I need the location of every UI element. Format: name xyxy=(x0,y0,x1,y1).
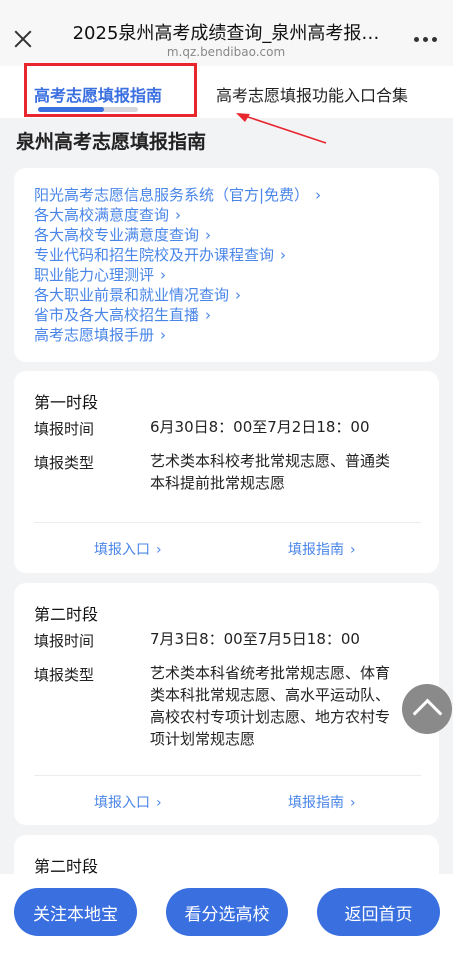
entry-link[interactable]: 填报入口 › xyxy=(94,539,162,559)
bottom-action-bar: 关注本地宝 看分选高校 返回首页 xyxy=(0,874,453,956)
chevron-right-icon: › xyxy=(350,542,356,558)
scroll-to-top-icon[interactable] xyxy=(402,684,452,734)
chevron-right-icon: › xyxy=(156,542,162,558)
chevron-right-icon: › xyxy=(160,266,167,284)
annotation-arrow-icon xyxy=(236,113,327,144)
chevron-right-icon: › xyxy=(160,326,167,344)
link-major-code-query[interactable]: 专业代码和招生院校及开办课程查询 › xyxy=(34,245,439,265)
link-major-satisfaction[interactable]: 各大高校专业满意度查询 › xyxy=(34,225,439,245)
link-application-handbook[interactable]: 高考志愿填报手册 › xyxy=(34,325,439,345)
guide-link[interactable]: 填报指南 › xyxy=(288,792,356,812)
time-label: 填报时间 xyxy=(34,632,95,650)
link-career-prospects[interactable]: 各大职业前景和就业情况查询 › xyxy=(34,285,439,305)
follow-local-button[interactable]: 关注本地宝 xyxy=(14,888,137,936)
tab-entry-collection[interactable]: 高考志愿填报功能入口合集 xyxy=(216,82,408,106)
link-career-assessment[interactable]: 职业能力心理测评 › xyxy=(34,265,439,285)
page-url: m.qz.bendibao.com xyxy=(166,45,286,59)
annotation-highlight-box xyxy=(24,63,197,117)
chevron-right-icon: › xyxy=(280,246,287,264)
browser-header: 2025泉州高考成绩查询_泉州高考报… m.qz.bendibao.com xyxy=(0,0,453,66)
time-label: 填报时间 xyxy=(34,420,95,438)
divider xyxy=(34,522,421,523)
page-title: 2025泉州高考成绩查询_泉州高考报… xyxy=(72,23,380,44)
link-sunshine-gaokao[interactable]: 阳光高考志愿信息服务系统（官方|免费） › xyxy=(34,185,439,205)
service-links-card: 阳光高考志愿信息服务系统（官方|免费） › 各大高校满意度查询 › 各大高校专业满意… xyxy=(14,168,439,362)
link-college-satisfaction[interactable]: 各大高校满意度查询 › xyxy=(34,205,439,225)
period-title: 第一时段 xyxy=(34,393,99,412)
period-title: 第二时段 xyxy=(34,605,99,624)
divider xyxy=(34,775,421,776)
time-value: 7月3日8：00至7月5日18：00 xyxy=(150,630,360,648)
chevron-right-icon: › xyxy=(205,226,212,244)
chevron-right-icon: › xyxy=(235,286,242,304)
close-icon[interactable] xyxy=(11,27,35,51)
link-admission-live[interactable]: 省市及各大高校招生直播 › xyxy=(34,305,439,325)
type-value: 艺术类本科校考批常规志愿、普通类本科提前批常规志愿 xyxy=(150,452,391,492)
guide-link[interactable]: 填报指南 › xyxy=(288,539,356,559)
period-card: 第一时段 填报时间 6月30日8：00至7月2日18：00 填报类型 艺术类本科… xyxy=(14,371,439,573)
more-dots-icon[interactable] xyxy=(414,37,437,42)
chevron-right-icon: › xyxy=(350,795,356,811)
type-label: 填报类型 xyxy=(34,454,95,472)
time-value: 6月30日8：00至7月2日18：00 xyxy=(150,418,370,436)
chevron-right-icon: › xyxy=(156,795,162,811)
period-card: 第二时段 填报时间 7月3日8：00至7月5日18：00 填报类型 艺术类本科省… xyxy=(14,583,439,825)
entry-link[interactable]: 填报入口 › xyxy=(94,792,162,812)
type-label: 填报类型 xyxy=(34,666,95,684)
chevron-right-icon: › xyxy=(205,306,212,324)
chevron-right-icon: › xyxy=(315,186,322,204)
home-button[interactable]: 返回首页 xyxy=(317,888,440,936)
score-college-button[interactable]: 看分选高校 xyxy=(166,888,288,936)
chevron-right-icon: › xyxy=(175,206,182,224)
type-value: 艺术类本科省统考批常规志愿、体育类本科批常规志愿、高水平运动队、高校农村专项计划… xyxy=(150,664,391,748)
section-title: 泉州高考志愿填报指南 xyxy=(16,131,207,153)
